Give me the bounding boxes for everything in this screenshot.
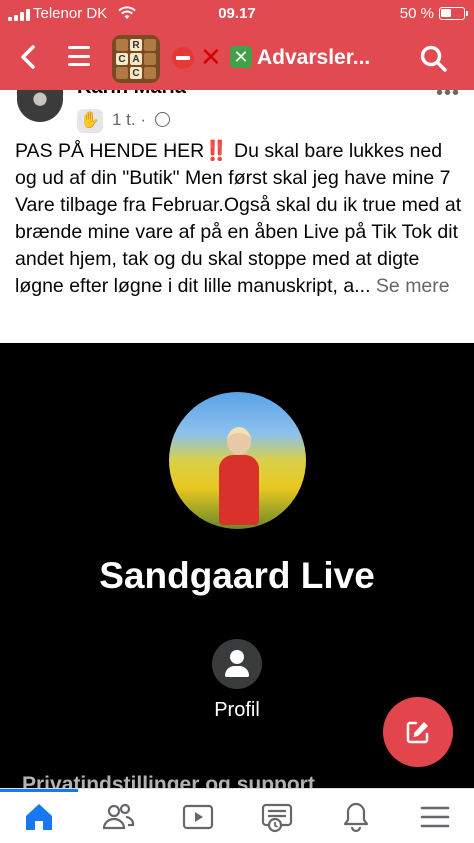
bell-icon — [343, 802, 369, 833]
profile-photo[interactable] — [169, 392, 306, 529]
post-body[interactable]: PAS PÅ HENDE HER‼️ Du skal bare lukkes n… — [15, 138, 465, 300]
author-name[interactable]: Karin Maria — [77, 90, 186, 99]
tab-friends[interactable] — [101, 801, 135, 833]
tab-home[interactable] — [22, 801, 56, 833]
tab-notifications[interactable] — [339, 801, 373, 833]
friends-icon — [102, 803, 135, 830]
nav-header: R C A C ✕ ✕ Advarsler... — [0, 30, 474, 86]
profile-button[interactable] — [212, 639, 262, 689]
active-tab-indicator — [0, 789, 78, 792]
tab-menu[interactable] — [418, 801, 452, 833]
group-avatar[interactable]: R C A C — [112, 35, 160, 83]
news-icon — [261, 803, 293, 833]
battery-percent: 50 % — [399, 5, 434, 22]
bottom-tab-bar — [0, 788, 474, 843]
post-body-text: Du skal bare lukkes ned og ud af din "Bu… — [15, 140, 462, 297]
chevron-left-icon — [21, 45, 35, 69]
cross-box-icon: ✕ — [230, 46, 252, 68]
tile-letter: C — [116, 53, 128, 65]
video-icon — [182, 804, 214, 830]
post-time[interactable]: 1 t. — [112, 110, 136, 129]
post-meta: 1 t. · — [112, 110, 170, 130]
person-icon — [230, 650, 244, 664]
post: Karin Maria ••• ✋ 1 t. · PAS PÅ HENDE HE… — [0, 90, 474, 343]
menu-button[interactable] — [68, 46, 90, 66]
person-figure — [219, 427, 259, 525]
tab-watch[interactable] — [181, 801, 215, 833]
compose-button[interactable] — [383, 697, 453, 767]
search-button[interactable] — [419, 44, 449, 74]
see-more-link[interactable]: Se mere — [376, 275, 450, 297]
tile-letter: R — [130, 39, 142, 51]
edit-icon — [406, 721, 429, 744]
top-bar: Telenor DK 09.17 50 % R C A C ✕ ✕ Advars… — [0, 0, 474, 90]
double-exclamation-icon: ‼️ — [204, 140, 229, 162]
battery-icon — [439, 7, 468, 20]
status-bar: Telenor DK 09.17 50 % — [0, 0, 474, 28]
author-avatar[interactable] — [17, 90, 63, 122]
tab-news[interactable] — [260, 801, 294, 833]
group-badge-icon: ✋ — [77, 109, 103, 133]
menu-icon — [420, 806, 450, 828]
search-icon — [420, 45, 447, 72]
post-options-button[interactable]: ••• — [436, 90, 460, 105]
globe-icon — [154, 112, 170, 127]
tile-letter: A — [130, 53, 142, 65]
no-entry-icon — [172, 47, 194, 69]
post-body-prefix: PAS PÅ HENDE HER — [15, 140, 205, 162]
profile-name[interactable]: Sandgaard Live — [0, 555, 474, 597]
cross-mark-icon: ✕ — [200, 42, 222, 72]
back-button[interactable] — [18, 42, 38, 78]
home-icon — [26, 804, 52, 830]
privacy-support-link[interactable]: Privatindstillinger og support — [22, 773, 315, 788]
tile-letter: C — [130, 67, 142, 79]
group-title[interactable]: Advarsler... — [257, 46, 370, 70]
meta-separator: · — [140, 110, 147, 129]
